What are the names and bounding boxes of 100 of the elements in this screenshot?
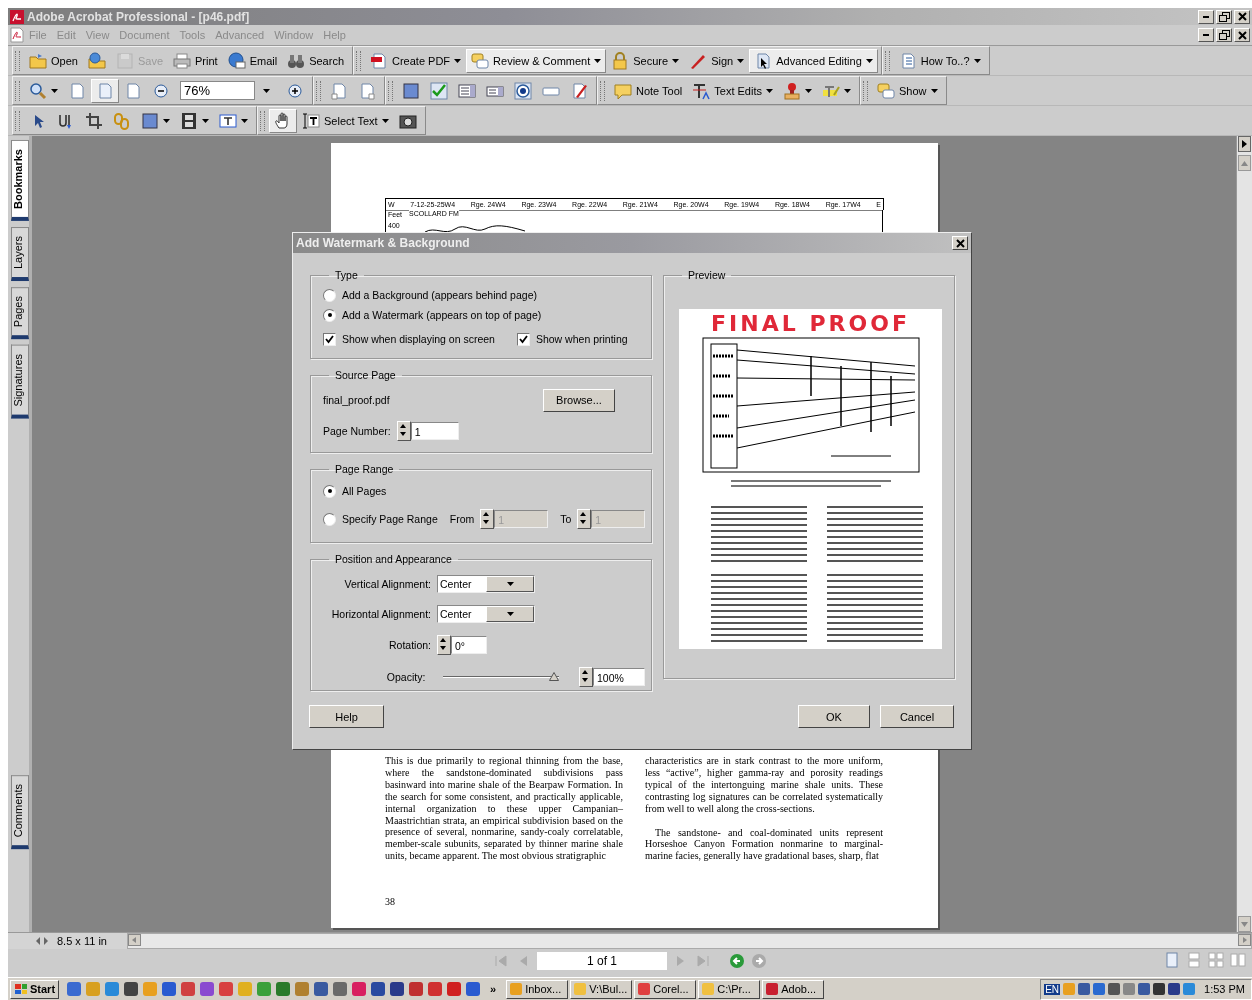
cursor-icon [754,51,773,70]
program-icon[interactable] [409,982,424,996]
spin-button[interactable] [480,509,495,529]
vertical-alignment-dropdown[interactable]: Center [437,575,535,593]
opacity-slider[interactable] [443,672,559,682]
field-label: Vertical Alignment: [343,578,431,590]
program-icon[interactable] [219,982,234,996]
opacity-field[interactable]: 100% [593,668,645,686]
caret-icon [506,612,514,616]
select-text-button[interactable]: Select Text [297,108,394,133]
radio-button[interactable] [323,308,336,322]
scroll-right-icon[interactable] [1238,934,1251,946]
checkbox[interactable] [516,332,530,346]
program-icon[interactable] [333,982,348,996]
ok-button[interactable]: OK [798,705,870,728]
text-edits-button[interactable]: Text Edits [687,78,778,103]
side-panel-tab[interactable]: Comments [11,774,29,849]
single-page-button[interactable] [1164,952,1180,968]
slider-thumb[interactable] [549,672,559,681]
minimize-button[interactable] [1198,28,1214,42]
create-pdf-button[interactable]: Create PDF [365,48,467,73]
taskbar-task[interactable]: V:\Bul... [570,979,633,999]
tray-icon[interactable] [1138,983,1151,995]
cancel-button[interactable]: Cancel [880,705,954,728]
advanced-editing-button[interactable]: Advanced Editing [749,48,878,73]
program-icon[interactable] [162,982,177,996]
scroll-left-icon[interactable] [128,934,141,946]
spin-button[interactable] [437,635,451,655]
continuous-facing-button[interactable] [1230,952,1246,968]
program-icon[interactable] [181,982,196,996]
sign-button[interactable]: Sign [684,48,750,73]
language-indicator[interactable]: EN [1044,983,1061,995]
restore-button[interactable] [1216,9,1232,24]
help-button[interactable]: Help [309,705,384,728]
tray-icon[interactable] [1078,983,1091,995]
page-number-field[interactable]: 1 [410,422,459,440]
show-button[interactable]: Show [871,78,943,103]
continuous-button[interactable] [1186,952,1202,968]
note-tool-button[interactable]: Note Tool [609,78,688,103]
side-panel-tab[interactable]: Layers [11,226,29,281]
field-label: Horizontal Alignment: [330,608,431,620]
program-icon[interactable] [276,982,291,996]
program-icon[interactable] [352,982,367,996]
more-programs-chevron[interactable]: » [490,983,497,995]
spin-button[interactable] [579,667,593,687]
program-icon[interactable] [200,982,215,996]
restore-button[interactable] [1216,28,1232,42]
checkbox[interactable] [323,332,336,346]
program-icon[interactable] [314,982,329,996]
group-label: Source Page [334,369,397,381]
minimize-button[interactable] [1198,9,1214,24]
side-panel-tab[interactable]: Pages [11,286,29,340]
horizontal-scrollbar[interactable] [127,933,1252,949]
secure-button[interactable]: Secure [606,48,685,73]
hand-button[interactable] [269,108,297,133]
program-icon[interactable] [124,982,139,996]
scroll-down-icon[interactable] [1238,916,1251,932]
program-icon[interactable] [390,982,405,996]
start-button[interactable]: Start [10,979,60,999]
close-button[interactable] [1234,28,1250,42]
forward-button[interactable] [751,953,767,969]
back-button[interactable] [729,953,745,969]
side-panel-tab[interactable]: Signatures [11,345,29,419]
how-to-button[interactable]: How To..? [893,48,986,73]
program-icon[interactable] [67,982,82,996]
program-icon[interactable] [466,982,481,996]
email-button[interactable]: Email [222,48,283,73]
tray-icon[interactable] [1168,983,1181,995]
side-panel-tab[interactable]: Bookmarks [11,140,29,221]
facing-button[interactable] [1208,952,1224,968]
page-number-field[interactable]: 1 of 1 [537,952,667,970]
tray-icon[interactable] [1153,983,1166,995]
browse-button[interactable]: Browse... [543,388,615,412]
close-button[interactable] [952,236,968,250]
taskbar-task[interactable]: Inbox... [506,979,569,999]
search-button[interactable]: Search [282,48,349,73]
spin-button[interactable] [577,509,592,529]
radio-button[interactable] [323,288,336,302]
review-comment-button[interactable]: Review & Comment [466,48,607,73]
print-button[interactable]: Print [168,48,223,73]
tray-icon[interactable] [1108,983,1121,995]
program-icon[interactable] [428,982,443,996]
spin-button[interactable] [396,421,411,441]
caret-icon [930,88,938,93]
rotation-field[interactable]: 0° [451,636,487,654]
radio-button[interactable] [323,484,336,498]
field-label: From [449,513,475,525]
program-icon[interactable] [447,982,462,996]
taskbar-task[interactable]: Corel... [634,979,697,999]
taskbar-task[interactable]: C:\Pr... [698,979,761,999]
folder-icon [29,51,47,70]
split-button[interactable] [35,934,49,948]
vertical-scrollbar[interactable] [1236,136,1252,932]
close-button[interactable] [1234,9,1250,24]
radio-button[interactable] [323,512,336,526]
taskbar-task[interactable]: Adob... [762,979,825,999]
open-button[interactable]: Open [24,48,83,73]
horizontal-alignment-dropdown[interactable]: Center [437,605,535,623]
program-icon[interactable] [371,982,386,996]
fit-page-button[interactable] [91,78,119,103]
